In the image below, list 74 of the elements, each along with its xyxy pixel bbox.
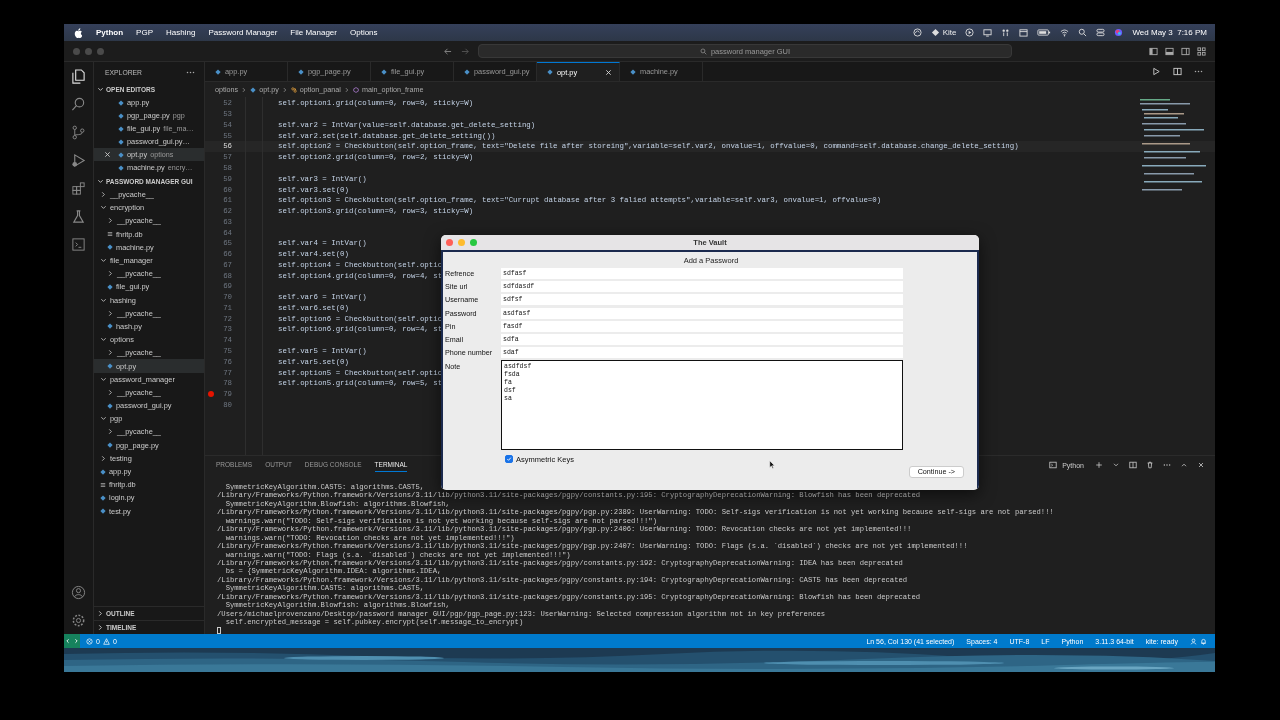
split-layout-icon[interactable]: [1181, 46, 1190, 56]
python-file-icon: [107, 402, 113, 409]
kite-label[interactable]: Kite: [942, 28, 957, 37]
terminal-icon[interactable]: [71, 237, 86, 252]
chevron-up-icon[interactable]: [1180, 461, 1188, 469]
calendar-icon[interactable]: [1019, 28, 1029, 37]
extensions-icon[interactable]: [71, 181, 86, 196]
python-file-icon: [250, 86, 257, 93]
chevron-right-icon: [343, 86, 350, 93]
run-icon[interactable]: [1152, 67, 1161, 76]
terminal-icon: [1049, 461, 1058, 469]
search-icon[interactable]: [71, 97, 86, 112]
split-editor-icon[interactable]: [1173, 67, 1182, 76]
lines-icon: [107, 231, 113, 238]
toggle-icon[interactable]: [1096, 28, 1106, 37]
chevron-down-icon[interactable]: [97, 177, 104, 185]
chevron-right-icon: [241, 86, 248, 93]
files-icon[interactable]: [71, 69, 86, 84]
menu-item[interactable]: Options: [350, 28, 378, 37]
python-file-icon: [381, 68, 387, 75]
settings-icon[interactable]: [71, 613, 86, 628]
breakpoint-dot[interactable]: [207, 391, 214, 398]
python-file-icon: [630, 68, 636, 75]
chevron-right-icon: [281, 86, 288, 93]
chevron-down-icon[interactable]: [97, 85, 104, 93]
caret-down-icon[interactable]: [1112, 461, 1120, 469]
close-icon[interactable]: [1197, 461, 1205, 469]
python-file-icon: [215, 68, 221, 75]
close-icon[interactable]: [104, 151, 111, 158]
play-icon[interactable]: [965, 28, 975, 37]
python-file-icon: [464, 68, 470, 75]
python-file-icon: [100, 468, 106, 475]
python-file-icon: [547, 69, 553, 75]
grid-layout-icon[interactable]: [1197, 46, 1206, 56]
plus-icon[interactable]: [1095, 461, 1103, 469]
battery-icon[interactable]: [1037, 28, 1052, 37]
search-icon: [699, 47, 707, 55]
orb-icon[interactable]: [1114, 28, 1124, 37]
class-icon: [290, 86, 297, 93]
warning-icon[interactable]: [102, 637, 110, 645]
python-file-icon: [107, 323, 113, 330]
trash-icon[interactable]: [1146, 461, 1154, 469]
split-icon[interactable]: [1129, 461, 1137, 469]
apple-icon[interactable]: [74, 27, 82, 38]
cube-icon: [352, 86, 359, 93]
bell-icon[interactable]: [1200, 637, 1207, 645]
panel-layout-icon[interactable]: [1165, 46, 1174, 56]
sidebar-layout-icon[interactable]: [1149, 46, 1158, 56]
branch-icon[interactable]: [71, 125, 86, 140]
menu-item[interactable]: Password Manager: [208, 28, 278, 37]
menu-item[interactable]: File Manager: [290, 28, 337, 37]
account-icon[interactable]: [71, 585, 86, 600]
python-file-icon: [107, 363, 113, 370]
circle-icon[interactable]: [912, 28, 922, 37]
python-file-icon: [107, 244, 113, 251]
flask-icon[interactable]: [71, 209, 86, 224]
checkbox[interactable]: [505, 455, 513, 464]
more-icon[interactable]: [1163, 461, 1171, 469]
menu-item[interactable]: PGP: [136, 28, 153, 37]
close-icon[interactable]: [605, 68, 612, 76]
run-debug-icon[interactable]: [71, 153, 86, 168]
python-file-icon: [298, 68, 304, 75]
search-icon[interactable]: [1078, 28, 1088, 37]
display-icon[interactable]: [983, 28, 993, 37]
clock[interactable]: Wed May 3 7:16 PM: [1132, 28, 1207, 37]
menu-item[interactable]: Hashing: [166, 28, 196, 37]
menu-item[interactable]: Python: [96, 28, 124, 37]
python-file-icon: [107, 442, 113, 449]
python-file-icon: [107, 283, 113, 290]
back-arrow-icon[interactable]: [443, 47, 452, 56]
pointer-icon: [769, 460, 775, 469]
lines-icon: [100, 481, 106, 488]
wifi-icon[interactable]: [1060, 28, 1070, 37]
person-icon[interactable]: [1190, 637, 1197, 645]
